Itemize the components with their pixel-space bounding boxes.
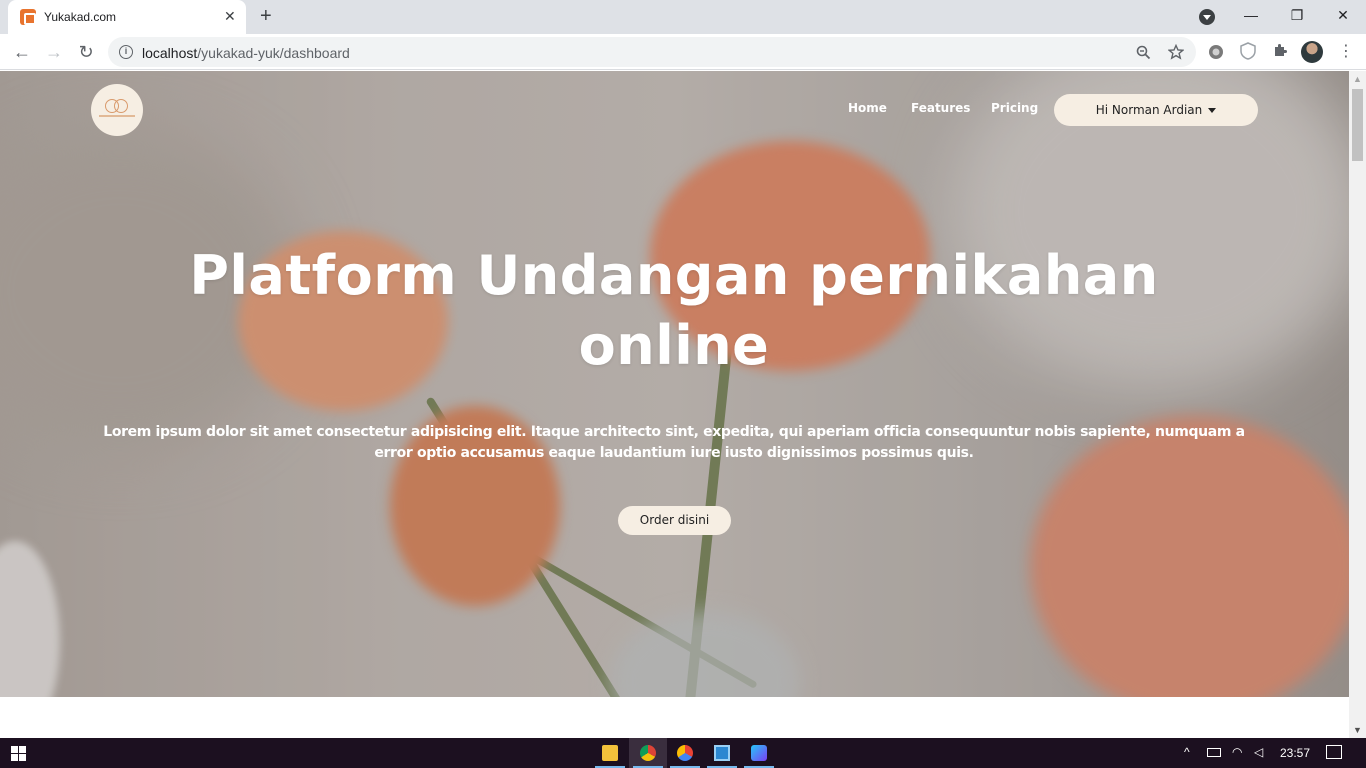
remote-desktop-icon[interactable] — [703, 738, 741, 768]
url-path: /yukakad-yuk/dashboard — [197, 45, 350, 61]
nav-link-features[interactable]: Features — [911, 101, 970, 115]
file-explorer-icon[interactable] — [591, 738, 629, 768]
close-tab-icon[interactable]: ✕ — [224, 8, 236, 24]
scroll-down-icon[interactable]: ▼ — [1353, 725, 1362, 735]
page-scrollbar[interactable]: ▲ ▼ — [1349, 71, 1366, 738]
notification-icon[interactable] — [1326, 745, 1342, 759]
star-icon[interactable] — [1168, 44, 1184, 60]
restore-button[interactable]: ❐ — [1274, 5, 1320, 25]
close-window-button[interactable]: ✕ — [1320, 5, 1366, 25]
app-icon[interactable] — [740, 738, 778, 768]
menu-icon[interactable]: ⋮ — [1338, 41, 1354, 61]
order-button[interactable]: Order disini — [618, 506, 731, 535]
tab-title: Yukakad.com — [44, 10, 117, 24]
volume-icon[interactable]: ◁ — [1254, 745, 1263, 759]
new-tab-button[interactable]: + — [260, 6, 272, 26]
caret-down-icon — [1208, 108, 1217, 113]
url-host: localhost — [142, 45, 198, 61]
profile-avatar[interactable] — [1301, 41, 1323, 63]
minimize-button[interactable]: — — [1228, 5, 1274, 25]
shield-icon[interactable] — [1238, 42, 1258, 62]
battery-icon[interactable] — [1207, 748, 1221, 757]
tab-search-icon[interactable] — [1199, 9, 1215, 25]
user-dropdown-button[interactable]: Hi Norman Ardian — [1054, 94, 1258, 126]
scrollbar-thumb[interactable] — [1352, 89, 1363, 161]
brand-logo[interactable] — [91, 84, 143, 136]
wifi-icon[interactable]: ◠ — [1232, 745, 1242, 759]
puzzle-icon[interactable] — [1270, 42, 1290, 62]
browser-tab[interactable]: Yukakad.com ✕ — [8, 0, 246, 34]
extension-icon[interactable] — [1206, 42, 1226, 62]
chevron-up-icon[interactable]: ^ — [1184, 745, 1190, 759]
nav-link-home[interactable]: Home — [848, 101, 887, 115]
nav-link-pricing[interactable]: Pricing — [991, 101, 1038, 115]
taskbar: ^ ◠ ◁ 23:57 — [0, 738, 1366, 768]
clock[interactable]: 23:57 — [1280, 746, 1310, 760]
back-icon[interactable]: ← — [10, 40, 34, 64]
windows-start-icon[interactable] — [11, 746, 26, 761]
zoom-icon[interactable] — [1136, 45, 1151, 60]
hero-overlay — [0, 71, 1349, 697]
tab-strip: Yukakad.com ✕ + — ❐ ✕ — [0, 0, 1366, 34]
favicon-icon — [20, 9, 36, 25]
browser-toolbar: ← → ↻ i localhost/yukakad-yuk/dashboard … — [0, 34, 1366, 70]
reload-icon[interactable]: ↻ — [74, 40, 98, 64]
page-viewport: Home Features Pricing Hi Norman Ardian P… — [0, 71, 1349, 738]
logo-underline — [99, 115, 135, 117]
info-icon[interactable]: i — [119, 45, 133, 59]
chrome-icon[interactable] — [629, 738, 667, 768]
url-text[interactable]: localhost/yukakad-yuk/dashboard — [142, 45, 350, 61]
address-bar[interactable]: i localhost/yukakad-yuk/dashboard — [108, 37, 1196, 67]
hero-description: Lorem ipsum dolor sit amet consectetur a… — [103, 424, 1245, 461]
user-greeting: Hi Norman Ardian — [1095, 103, 1203, 117]
hero-section: Home Features Pricing Hi Norman Ardian P… — [0, 71, 1349, 697]
scroll-up-icon[interactable]: ▲ — [1353, 74, 1362, 84]
forward-icon[interactable]: → — [42, 40, 66, 64]
hero-title: Platform Undangan pernikahan online — [189, 244, 1159, 377]
chrome-canary-icon[interactable] — [666, 738, 704, 768]
